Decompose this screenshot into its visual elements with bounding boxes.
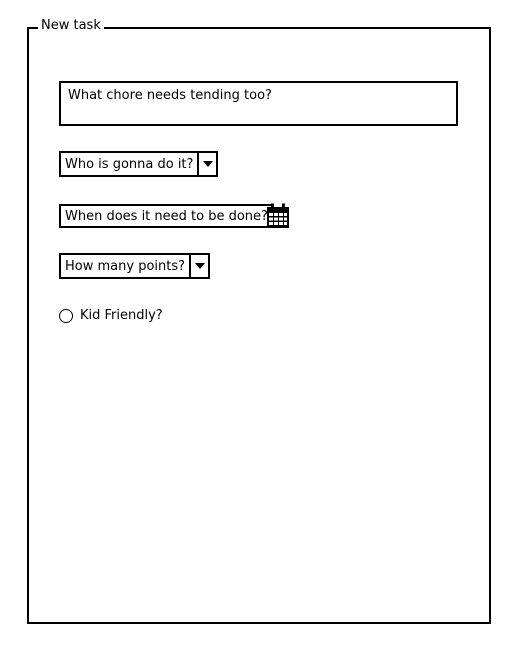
chore-placeholder: What chore needs tending too?: [68, 88, 272, 103]
points-select[interactable]: How many points?: [59, 253, 211, 279]
points-placeholder: How many points?: [65, 258, 186, 274]
fieldset-legend: New task: [38, 17, 104, 35]
kid-friendly-label[interactable]: Kid Friendly?: [80, 307, 163, 325]
calendar-icon[interactable]: [266, 203, 290, 229]
assignee-placeholder: Who is gonna do it?: [65, 156, 194, 172]
chore-input[interactable]: What chore needs tending too?: [59, 81, 458, 126]
chevron-down-icon[interactable]: [189, 255, 208, 277]
assignee-select[interactable]: Who is gonna do it?: [59, 151, 219, 177]
kid-friendly-radio[interactable]: [59, 309, 73, 323]
due-date-input[interactable]: When does it need to be done?: [59, 204, 274, 228]
chevron-down-icon[interactable]: [197, 153, 216, 175]
due-date-placeholder: When does it need to be done?: [65, 208, 268, 224]
